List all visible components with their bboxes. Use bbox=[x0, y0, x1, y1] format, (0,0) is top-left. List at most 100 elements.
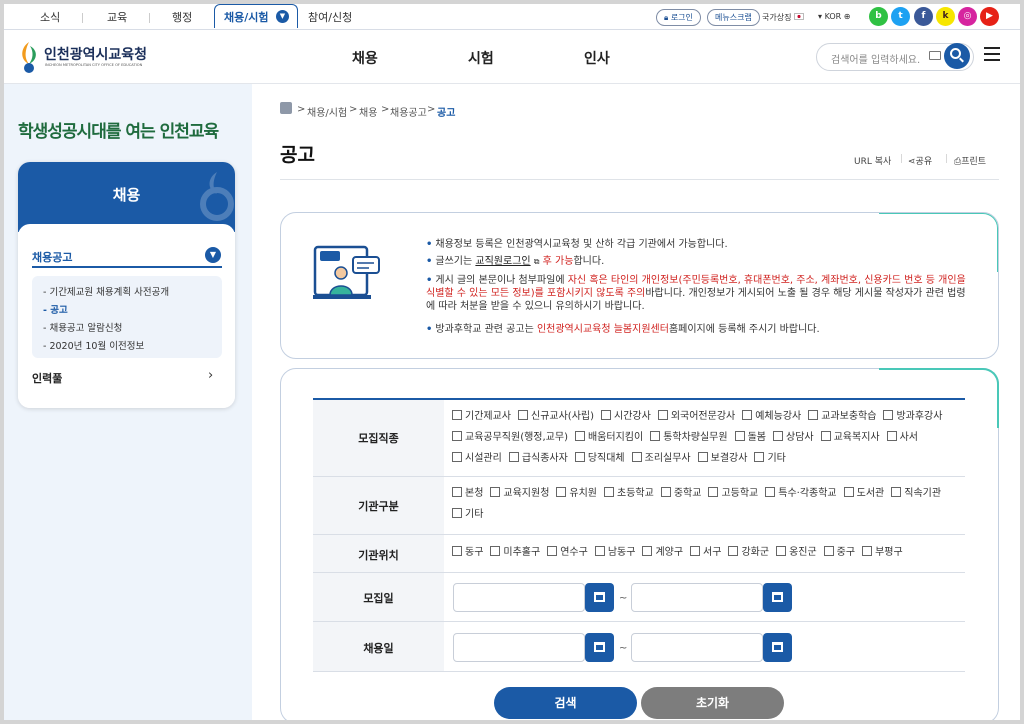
checkbox-option[interactable]: 서구 bbox=[690, 542, 721, 563]
recruit-end-date-input[interactable] bbox=[631, 583, 763, 612]
checkbox-option[interactable]: 도서관 bbox=[844, 483, 885, 504]
checkbox-option[interactable]: 교육공무직원(행정,교무) bbox=[452, 427, 568, 448]
checkbox-option[interactable]: 방과후강사 bbox=[883, 406, 942, 427]
checkbox-option[interactable]: 시설관리 bbox=[452, 448, 502, 469]
breadcrumb-item[interactable]: 채용공고 bbox=[390, 104, 427, 119]
title-divider bbox=[280, 179, 999, 180]
gnb-personnel[interactable]: 인사 bbox=[584, 48, 610, 68]
checkbox-option[interactable]: 기타 bbox=[452, 504, 483, 525]
checkbox-option[interactable]: 돌봄 bbox=[735, 427, 766, 448]
home-icon[interactable] bbox=[280, 102, 292, 114]
breadcrumb-item[interactable]: 채용/시험 bbox=[307, 104, 347, 119]
breadcrumb-separator: > bbox=[349, 104, 358, 115]
gnb-recruit[interactable]: 채용 bbox=[352, 48, 378, 68]
breadcrumb-item[interactable]: 채용 bbox=[359, 104, 377, 119]
checkbox-option[interactable]: 배움터지킴이 bbox=[575, 427, 643, 448]
kakao-icon[interactable]: k bbox=[936, 7, 955, 26]
staff-login-link[interactable]: 교직원로그인 bbox=[475, 256, 530, 267]
recruit-start-date-input[interactable] bbox=[453, 583, 585, 612]
national-symbol-link[interactable]: 국가상징 bbox=[762, 12, 804, 23]
divider bbox=[82, 13, 83, 23]
checkbox-option[interactable]: 연수구 bbox=[547, 542, 588, 563]
top-tab-recruit-exam[interactable]: 채용/시험 ▼ bbox=[214, 4, 298, 28]
checkbox-option[interactable]: 시간강사 bbox=[601, 406, 651, 427]
checkbox-option[interactable]: 통학차량실무원 bbox=[650, 427, 727, 448]
lnb-item[interactable]: - 채용공고 알람신청 bbox=[43, 320, 122, 334]
checkbox-option[interactable]: 동구 bbox=[452, 542, 483, 563]
checkbox-option[interactable]: 사서 bbox=[887, 427, 918, 448]
checkbox-option[interactable]: 중학교 bbox=[661, 483, 702, 504]
top-tab-news[interactable]: 소식 bbox=[40, 9, 60, 25]
instagram-icon[interactable]: ◎ bbox=[958, 7, 977, 26]
checkbox-option[interactable]: 교육복지사 bbox=[821, 427, 880, 448]
checkbox-option[interactable]: 고등학교 bbox=[708, 483, 758, 504]
hire-start-date-input[interactable] bbox=[453, 633, 585, 662]
checkbox-option[interactable]: 기간제교사 bbox=[452, 406, 511, 427]
search-button[interactable] bbox=[944, 43, 970, 69]
lnb-item-active[interactable]: - 공고 bbox=[43, 302, 68, 316]
facebook-icon[interactable]: f bbox=[914, 7, 933, 26]
date-range-separator: ~ bbox=[619, 643, 628, 654]
keyboard-icon[interactable] bbox=[929, 51, 941, 60]
checkbox-option[interactable]: 옹진군 bbox=[776, 542, 817, 563]
top-tab-participate[interactable]: 참여/신청 bbox=[308, 9, 352, 25]
notice-text: 글쓰기는 bbox=[435, 256, 476, 267]
checkbox-option[interactable]: 유치원 bbox=[556, 483, 597, 504]
checkbox-option[interactable]: 상담사 bbox=[773, 427, 814, 448]
checkbox-option[interactable]: 급식종사자 bbox=[509, 448, 568, 469]
naver-blog-icon[interactable]: b bbox=[869, 7, 888, 26]
checkbox-option[interactable]: 보결강사 bbox=[698, 448, 748, 469]
checkbox-option[interactable]: 직속기관 bbox=[891, 483, 941, 504]
filter-label: 모집일 bbox=[313, 573, 444, 621]
globe-icon: ⊕ bbox=[843, 12, 851, 21]
checkbox-option[interactable]: 미추홀구 bbox=[490, 542, 540, 563]
checkbox-option[interactable]: 부평구 bbox=[862, 542, 903, 563]
site-logo[interactable]: 인천광역시교육청 INCHEON METROPOLITAN CITY OFFIC… bbox=[16, 38, 154, 78]
top-tab-label: 채용/시험 bbox=[224, 11, 269, 24]
calendar-button[interactable] bbox=[585, 633, 614, 662]
top-tab-education[interactable]: 교육 bbox=[107, 9, 127, 25]
lnb-section-talent-pool[interactable]: 인력풀 › bbox=[32, 368, 222, 388]
language-selector[interactable]: ▾ KOR ⊕ bbox=[818, 12, 850, 21]
emblem-watermark-icon bbox=[200, 172, 234, 221]
calendar-button[interactable] bbox=[585, 583, 614, 612]
checkbox-option[interactable]: 교육지원청 bbox=[490, 483, 549, 504]
lnb-item[interactable]: - 기간제교원 채용계획 사전공개 bbox=[43, 284, 169, 298]
checkbox-option[interactable]: 계양구 bbox=[642, 542, 683, 563]
breadcrumb-separator: > bbox=[297, 104, 306, 115]
calendar-button[interactable] bbox=[763, 633, 792, 662]
checkbox-option[interactable]: 특수·각종학교 bbox=[765, 483, 836, 504]
checkbox-option[interactable]: 신규교사(사립) bbox=[518, 406, 594, 427]
hire-end-date-input[interactable] bbox=[631, 633, 763, 662]
youtube-icon[interactable]: ▶ bbox=[980, 7, 999, 26]
top-tab-admin[interactable]: 행정 bbox=[172, 9, 192, 25]
login-button[interactable]: 🔒︎ 로그인 bbox=[656, 9, 701, 26]
reset-button[interactable]: 초기화 bbox=[641, 687, 784, 719]
search-submit-button[interactable]: 검색 bbox=[494, 687, 637, 719]
checkbox-option[interactable]: 조리실무사 bbox=[632, 448, 691, 469]
checkbox-option[interactable]: 예체능강사 bbox=[742, 406, 801, 427]
checkbox-option[interactable]: 교과보충학습 bbox=[808, 406, 876, 427]
notice-text: 홈페이지에 등록해 주시기 바랍니다. bbox=[668, 324, 820, 335]
checkbox-option[interactable]: 중구 bbox=[824, 542, 855, 563]
checkbox-option[interactable]: 기타 bbox=[754, 448, 785, 469]
print-button[interactable]: ⎙프린트 bbox=[954, 154, 986, 167]
checkbox-option[interactable]: 초등학교 bbox=[604, 483, 654, 504]
url-copy-button[interactable]: URL 복사 bbox=[854, 154, 891, 167]
checkbox-option[interactable]: 남동구 bbox=[595, 542, 636, 563]
checkbox-option[interactable]: 외국어전문강사 bbox=[658, 406, 735, 427]
lnb-section-recruit-notice[interactable]: 채용공고 ▼ bbox=[32, 246, 222, 268]
share-button[interactable]: ⋖공유 bbox=[908, 154, 932, 167]
twitter-icon[interactable]: t bbox=[891, 7, 910, 26]
checkbox-option[interactable]: 본청 bbox=[452, 483, 483, 504]
menu-scrap-button[interactable]: 메뉴스크랩 bbox=[707, 9, 760, 26]
calendar-button[interactable] bbox=[763, 583, 792, 612]
gnb-exam[interactable]: 시험 bbox=[468, 48, 494, 68]
lnb-item[interactable]: - 2020년 10월 이전정보 bbox=[43, 338, 144, 352]
hamburger-menu-icon[interactable] bbox=[984, 47, 1000, 61]
checkbox-option[interactable]: 강화군 bbox=[728, 542, 769, 563]
checkbox-option[interactable]: 당직대체 bbox=[575, 448, 625, 469]
filter-row-org-type: 기관구분 본청 교육지원청 유치원 초등학교 중학교 고등학교 특수·각종학교 도서관 직속기관… bbox=[313, 477, 965, 535]
lnb-item-label: 공고 bbox=[50, 305, 68, 316]
filter-label: 모집직종 bbox=[313, 400, 444, 476]
